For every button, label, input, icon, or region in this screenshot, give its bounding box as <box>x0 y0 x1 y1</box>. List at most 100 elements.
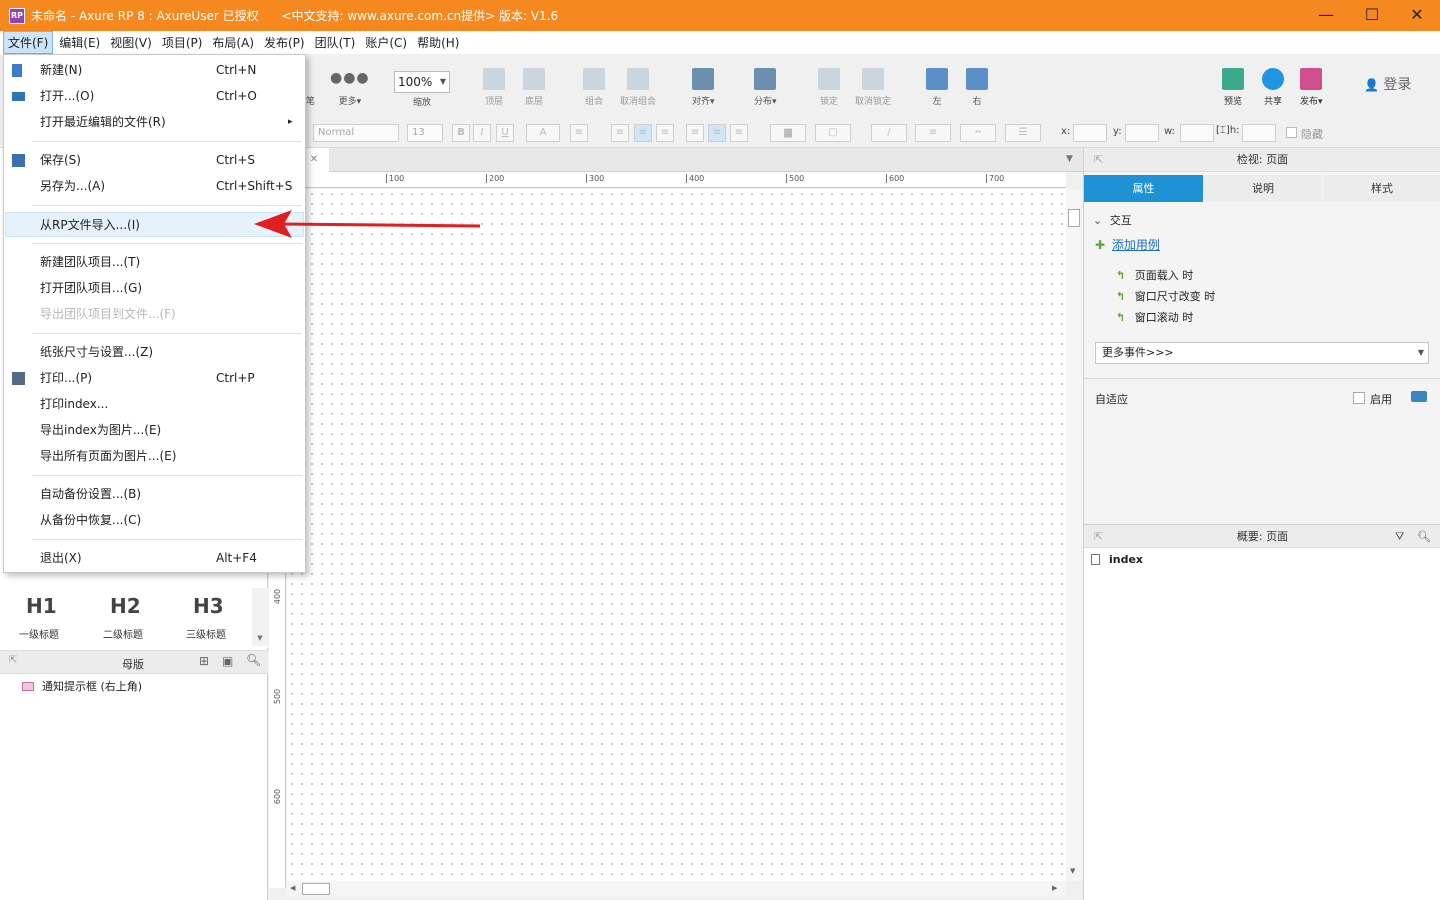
ungroup-button[interactable]: 取消组合 <box>620 68 656 107</box>
x-input[interactable] <box>1073 124 1107 142</box>
add-master-icon[interactable]: ⊞ <box>199 654 209 668</box>
menu-item-open[interactable]: 打开...(O) Ctrl+O <box>5 84 304 109</box>
y-input[interactable] <box>1125 124 1159 142</box>
align-bottom-icon[interactable]: ≡ <box>730 124 748 142</box>
menu-file[interactable]: 文件(F) <box>3 31 54 54</box>
scroll-down-icon[interactable]: ▼ <box>1070 867 1075 875</box>
collapse-pin-icon[interactable]: ⇱ <box>1094 148 1103 172</box>
scroll-right-icon[interactable]: ▶ <box>1052 884 1057 892</box>
menu-item-backup-settings[interactable]: 自动备份设置...(B) <box>5 482 304 507</box>
align-top-icon[interactable]: ≡ <box>686 124 704 142</box>
scroll-left-icon[interactable]: ◀ <box>290 884 295 892</box>
tab-style[interactable]: 样式 <box>1323 175 1440 202</box>
add-case-link[interactable]: ✚ 添加用例 <box>1095 236 1160 253</box>
tab-properties[interactable]: 属性 <box>1084 175 1203 202</box>
menu-item-new[interactable]: 新建(N) Ctrl+N <box>5 58 304 83</box>
collapse-pin-icon[interactable]: ⇱ <box>9 655 17 666</box>
font-size-select[interactable]: 13 <box>407 124 443 142</box>
line-color-button[interactable]: ∕ <box>871 124 907 142</box>
enable-adaptive-checkbox[interactable] <box>1353 392 1365 404</box>
align-button[interactable]: 对齐▾ <box>692 68 715 107</box>
master-item[interactable]: 通知提示框 (右上角) <box>22 678 142 694</box>
bullet-list-icon[interactable]: ≡ <box>570 124 588 142</box>
h-input[interactable] <box>1242 124 1276 142</box>
menu-edit[interactable]: 编辑(E) <box>55 32 104 53</box>
canvas-horizontal-scrollbar[interactable]: ◀ ▶ <box>286 881 1066 898</box>
lock-ratio-icon[interactable]: [⌶] <box>1216 125 1230 136</box>
scroll-thumb[interactable] <box>302 883 330 895</box>
menu-arrange[interactable]: 布局(A) <box>208 32 258 53</box>
menu-item-new-team-project[interactable]: 新建团队项目...(T) <box>5 250 304 275</box>
menu-item-page-setup[interactable]: 纸张尺寸与设置...(Z) <box>5 340 304 365</box>
menu-item-open-team-project[interactable]: 打开团队项目...(G) <box>5 276 304 301</box>
widget-h1[interactable]: H1 <box>26 594 57 618</box>
event-window-scroll[interactable]: ↰ 窗口滚动 时 <box>1116 309 1193 325</box>
close-button[interactable]: ✕ <box>1394 0 1440 31</box>
group-button[interactable]: 组合 <box>583 68 605 107</box>
menu-item-open-recent[interactable]: 打开最近编辑的文件(R) ▸ <box>5 110 304 135</box>
zoom-select[interactable]: 100% ▼ <box>394 71 450 93</box>
menu-item-export-all-images[interactable]: 导出所有页面为图片...(E) <box>5 444 304 469</box>
login-button[interactable]: 👤 登录 <box>1364 74 1411 94</box>
search-icon[interactable]: 🔍︎ <box>1417 525 1431 549</box>
align-left-icon[interactable]: ≡ <box>611 124 629 142</box>
line-style-button[interactable]: ┅ <box>960 124 996 142</box>
widget-h3[interactable]: H3 <box>193 594 224 618</box>
canvas-vertical-scrollbar[interactable]: ▼ <box>1066 189 1083 881</box>
line-width-button[interactable]: ≡ <box>915 124 951 142</box>
align-center-icon[interactable]: ≡ <box>634 124 652 142</box>
adaptive-views-icon[interactable] <box>1411 391 1427 402</box>
send-to-back-button[interactable]: 底层 <box>523 68 545 107</box>
lock-button[interactable]: 锁定 <box>818 68 840 107</box>
preview-button[interactable]: 预览 <box>1222 68 1244 107</box>
menu-item-export-index-image[interactable]: 导出index为图片...(E) <box>5 418 304 443</box>
left-panel-toggle[interactable]: 左 <box>926 68 948 107</box>
distribute-button[interactable]: 分布▾ <box>754 68 777 107</box>
tab-notes[interactable]: 说明 <box>1204 175 1322 202</box>
bring-to-front-button[interactable]: 顶层 <box>483 68 505 107</box>
menu-project[interactable]: 项目(P) <box>158 32 207 53</box>
menu-account[interactable]: 账户(C) <box>361 32 411 53</box>
hidden-checkbox[interactable] <box>1286 127 1297 138</box>
publish-button[interactable]: 发布▾ <box>1300 68 1323 107</box>
outline-page-item[interactable]: index <box>1091 553 1143 566</box>
interactions-section[interactable]: ⌄ 交互 <box>1093 212 1132 228</box>
search-icon[interactable]: 🔍︎ <box>246 653 261 667</box>
more-events-select[interactable]: 更多事件>>> ▼ <box>1095 342 1429 364</box>
w-input[interactable] <box>1180 124 1214 142</box>
menu-item-print[interactable]: 打印...(P) Ctrl+P <box>5 366 304 391</box>
widget-h2[interactable]: H2 <box>110 594 141 618</box>
menu-item-save-as[interactable]: 另存为...(A) Ctrl+Shift+S <box>5 174 304 199</box>
menu-view[interactable]: 视图(V) <box>106 32 156 53</box>
align-right-icon[interactable]: ≡ <box>656 124 674 142</box>
share-button[interactable]: 共享 <box>1262 68 1284 107</box>
event-page-load[interactable]: ↰ 页面载入 时 <box>1116 267 1193 283</box>
unlock-button[interactable]: 取消锁定 <box>855 68 891 107</box>
bold-button[interactable]: B <box>452 124 470 142</box>
more-tools-button[interactable]: ●●● 更多▾ <box>330 68 370 107</box>
tabs-dropdown-icon[interactable]: ▼ <box>1066 154 1073 164</box>
add-folder-icon[interactable]: ▣ <box>222 654 233 668</box>
right-panel-toggle[interactable]: 右 <box>966 68 988 107</box>
menu-item-exit[interactable]: 退出(X) Alt+F4 <box>5 546 304 571</box>
collapse-pin-icon[interactable]: ⇱ <box>1094 525 1103 549</box>
italic-button[interactable]: I <box>473 124 491 142</box>
maximize-button[interactable]: ☐ <box>1349 0 1395 31</box>
font-color-button[interactable]: A <box>526 124 560 142</box>
menu-team[interactable]: 团队(T) <box>311 32 360 53</box>
menu-item-restore-backup[interactable]: 从备份中恢复...(C) <box>5 508 304 533</box>
menu-item-print-index[interactable]: 打印index... <box>5 392 304 417</box>
minimize-button[interactable]: — <box>1303 0 1349 31</box>
scroll-thumb[interactable] <box>1068 209 1080 227</box>
widget-scrollbar[interactable]: ▼ <box>252 588 268 646</box>
menu-help[interactable]: 帮助(H) <box>413 32 463 53</box>
style-select[interactable]: Normal <box>313 124 399 142</box>
filter-icon[interactable]: ⛛ <box>1395 525 1404 549</box>
fill-color-button[interactable]: ▆ <box>770 124 806 142</box>
menu-publish[interactable]: 发布(P) <box>260 32 309 53</box>
pen-tool-label[interactable]: 笔 <box>306 94 315 107</box>
arrow-style-button[interactable]: ☰ <box>1005 124 1041 142</box>
underline-button[interactable]: U <box>496 124 514 142</box>
shadow-button[interactable]: ▢ <box>815 124 851 142</box>
event-window-resize[interactable]: ↰ 窗口尺寸改变 时 <box>1116 288 1215 304</box>
